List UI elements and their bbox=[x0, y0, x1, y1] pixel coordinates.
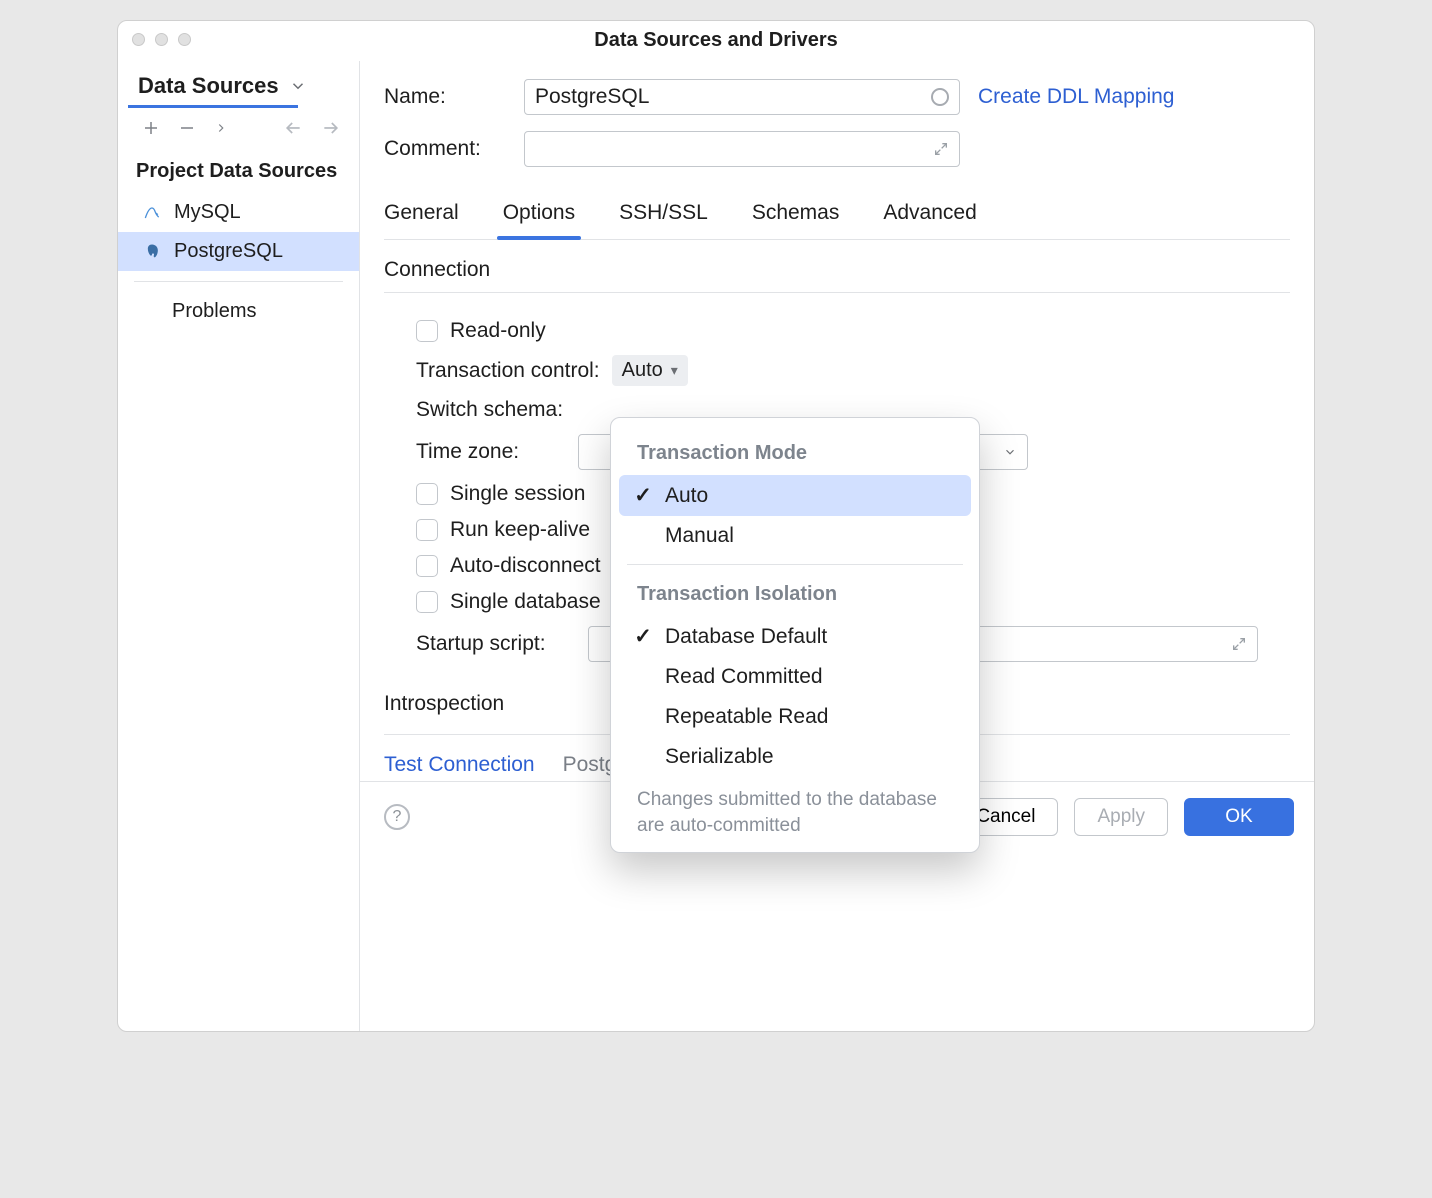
traffic-close[interactable] bbox=[132, 33, 145, 46]
popup-item-label: Auto bbox=[665, 484, 708, 508]
tab-advanced[interactable]: Advanced bbox=[883, 191, 976, 239]
sidebar-item-postgresql[interactable]: PostgreSQL bbox=[118, 232, 359, 271]
sidebar: Data Sources bbox=[118, 61, 360, 1031]
readonly-label: Read-only bbox=[450, 319, 546, 343]
singledb-label: Single database bbox=[450, 590, 601, 614]
tx-control-value: Auto bbox=[622, 359, 663, 382]
traffic-max[interactable] bbox=[178, 33, 191, 46]
postgresql-icon bbox=[142, 242, 162, 262]
name-input[interactable]: PostgreSQL bbox=[524, 79, 960, 115]
tabs: General Options SSH/SSL Schemas Advanced bbox=[384, 191, 1290, 240]
popup-item-label: Read Committed bbox=[665, 665, 823, 689]
popup-item-db-default[interactable]: ✓ Database Default bbox=[619, 616, 971, 657]
name-value: PostgreSQL bbox=[535, 85, 649, 109]
check-icon: ✓ bbox=[633, 483, 653, 508]
transaction-popup: Transaction Mode ✓ Auto Manual Transacti… bbox=[610, 417, 980, 853]
create-ddl-mapping-link[interactable]: Create DDL Mapping bbox=[978, 85, 1175, 109]
expand-icon[interactable] bbox=[933, 141, 949, 157]
keepalive-label: Run keep-alive bbox=[450, 518, 590, 542]
divider bbox=[627, 564, 963, 565]
traffic-min[interactable] bbox=[155, 33, 168, 46]
keepalive-checkbox[interactable] bbox=[416, 519, 438, 541]
chevron-down-icon bbox=[289, 77, 307, 95]
sidebar-tab-data-sources[interactable]: Data Sources bbox=[118, 67, 359, 105]
tree-item-label: PostgreSQL bbox=[174, 240, 283, 263]
section-connection-title: Connection bbox=[384, 240, 1290, 293]
remove-icon[interactable] bbox=[178, 119, 196, 137]
sidebar-toolbar bbox=[118, 108, 359, 146]
dialog-window: Data Sources and Drivers Data Sources bbox=[117, 20, 1315, 1032]
tab-ssh-ssl[interactable]: SSH/SSL bbox=[619, 191, 708, 239]
autodisconnect-checkbox[interactable] bbox=[416, 555, 438, 577]
divider bbox=[134, 281, 343, 282]
popup-item-auto[interactable]: ✓ Auto bbox=[619, 475, 971, 516]
popup-item-label: Manual bbox=[665, 524, 734, 548]
color-ring-icon[interactable] bbox=[931, 88, 949, 106]
ok-button[interactable]: OK bbox=[1184, 798, 1294, 836]
timezone-label: Time zone: bbox=[416, 440, 566, 464]
nav-forward-icon[interactable] bbox=[321, 118, 341, 138]
readonly-checkbox[interactable] bbox=[416, 320, 438, 342]
tab-general[interactable]: General bbox=[384, 191, 459, 239]
single-session-label: Single session bbox=[450, 482, 585, 506]
chevron-down-icon: ▾ bbox=[671, 362, 678, 379]
popup-group-title: Transaction Mode bbox=[637, 436, 961, 473]
popup-item-repeatable-read[interactable]: Repeatable Read bbox=[619, 697, 971, 737]
tree-item-label: MySQL bbox=[174, 201, 241, 224]
startup-script-label: Startup script: bbox=[416, 632, 576, 656]
add-icon[interactable] bbox=[142, 119, 160, 137]
switch-schema-label: Switch schema: bbox=[416, 398, 563, 422]
popup-item-manual[interactable]: Manual bbox=[619, 516, 971, 556]
check-icon: ✓ bbox=[633, 624, 653, 649]
sidebar-item-mysql[interactable]: MySQL bbox=[118, 193, 359, 232]
tab-options[interactable]: Options bbox=[503, 191, 575, 239]
popup-item-serializable[interactable]: Serializable bbox=[619, 737, 971, 777]
titlebar: Data Sources and Drivers bbox=[118, 21, 1314, 61]
tab-schemas[interactable]: Schemas bbox=[752, 191, 840, 239]
singledb-checkbox[interactable] bbox=[416, 591, 438, 613]
name-label: Name: bbox=[384, 85, 506, 109]
tx-control-select[interactable]: Auto ▾ bbox=[612, 355, 688, 386]
sidebar-section-label: Project Data Sources bbox=[118, 146, 359, 193]
comment-label: Comment: bbox=[384, 137, 506, 161]
comment-input[interactable] bbox=[524, 131, 960, 167]
single-session-checkbox[interactable] bbox=[416, 483, 438, 505]
tx-control-label: Transaction control: bbox=[416, 359, 600, 383]
help-icon[interactable]: ? bbox=[384, 804, 410, 830]
popup-item-read-committed[interactable]: Read Committed bbox=[619, 657, 971, 697]
apply-button[interactable]: Apply bbox=[1074, 798, 1168, 836]
test-connection-link[interactable]: Test Connection bbox=[384, 753, 535, 777]
traffic-lights bbox=[132, 33, 191, 46]
tree-item-label: Problems bbox=[172, 300, 256, 323]
mysql-icon bbox=[142, 203, 162, 223]
nav-back-icon[interactable] bbox=[283, 118, 303, 138]
popup-group-title: Transaction Isolation bbox=[637, 577, 961, 614]
popup-item-label: Database Default bbox=[665, 625, 827, 649]
popup-footer-text: Changes submitted to the database are au… bbox=[611, 777, 979, 840]
window-title: Data Sources and Drivers bbox=[594, 29, 837, 52]
popup-item-label: Repeatable Read bbox=[665, 705, 828, 729]
sidebar-item-problems[interactable]: Problems bbox=[118, 292, 359, 331]
chevron-right-icon[interactable] bbox=[214, 121, 228, 135]
autodisconnect-label: Auto-disconnect bbox=[450, 554, 601, 578]
popup-item-label: Serializable bbox=[665, 745, 774, 769]
